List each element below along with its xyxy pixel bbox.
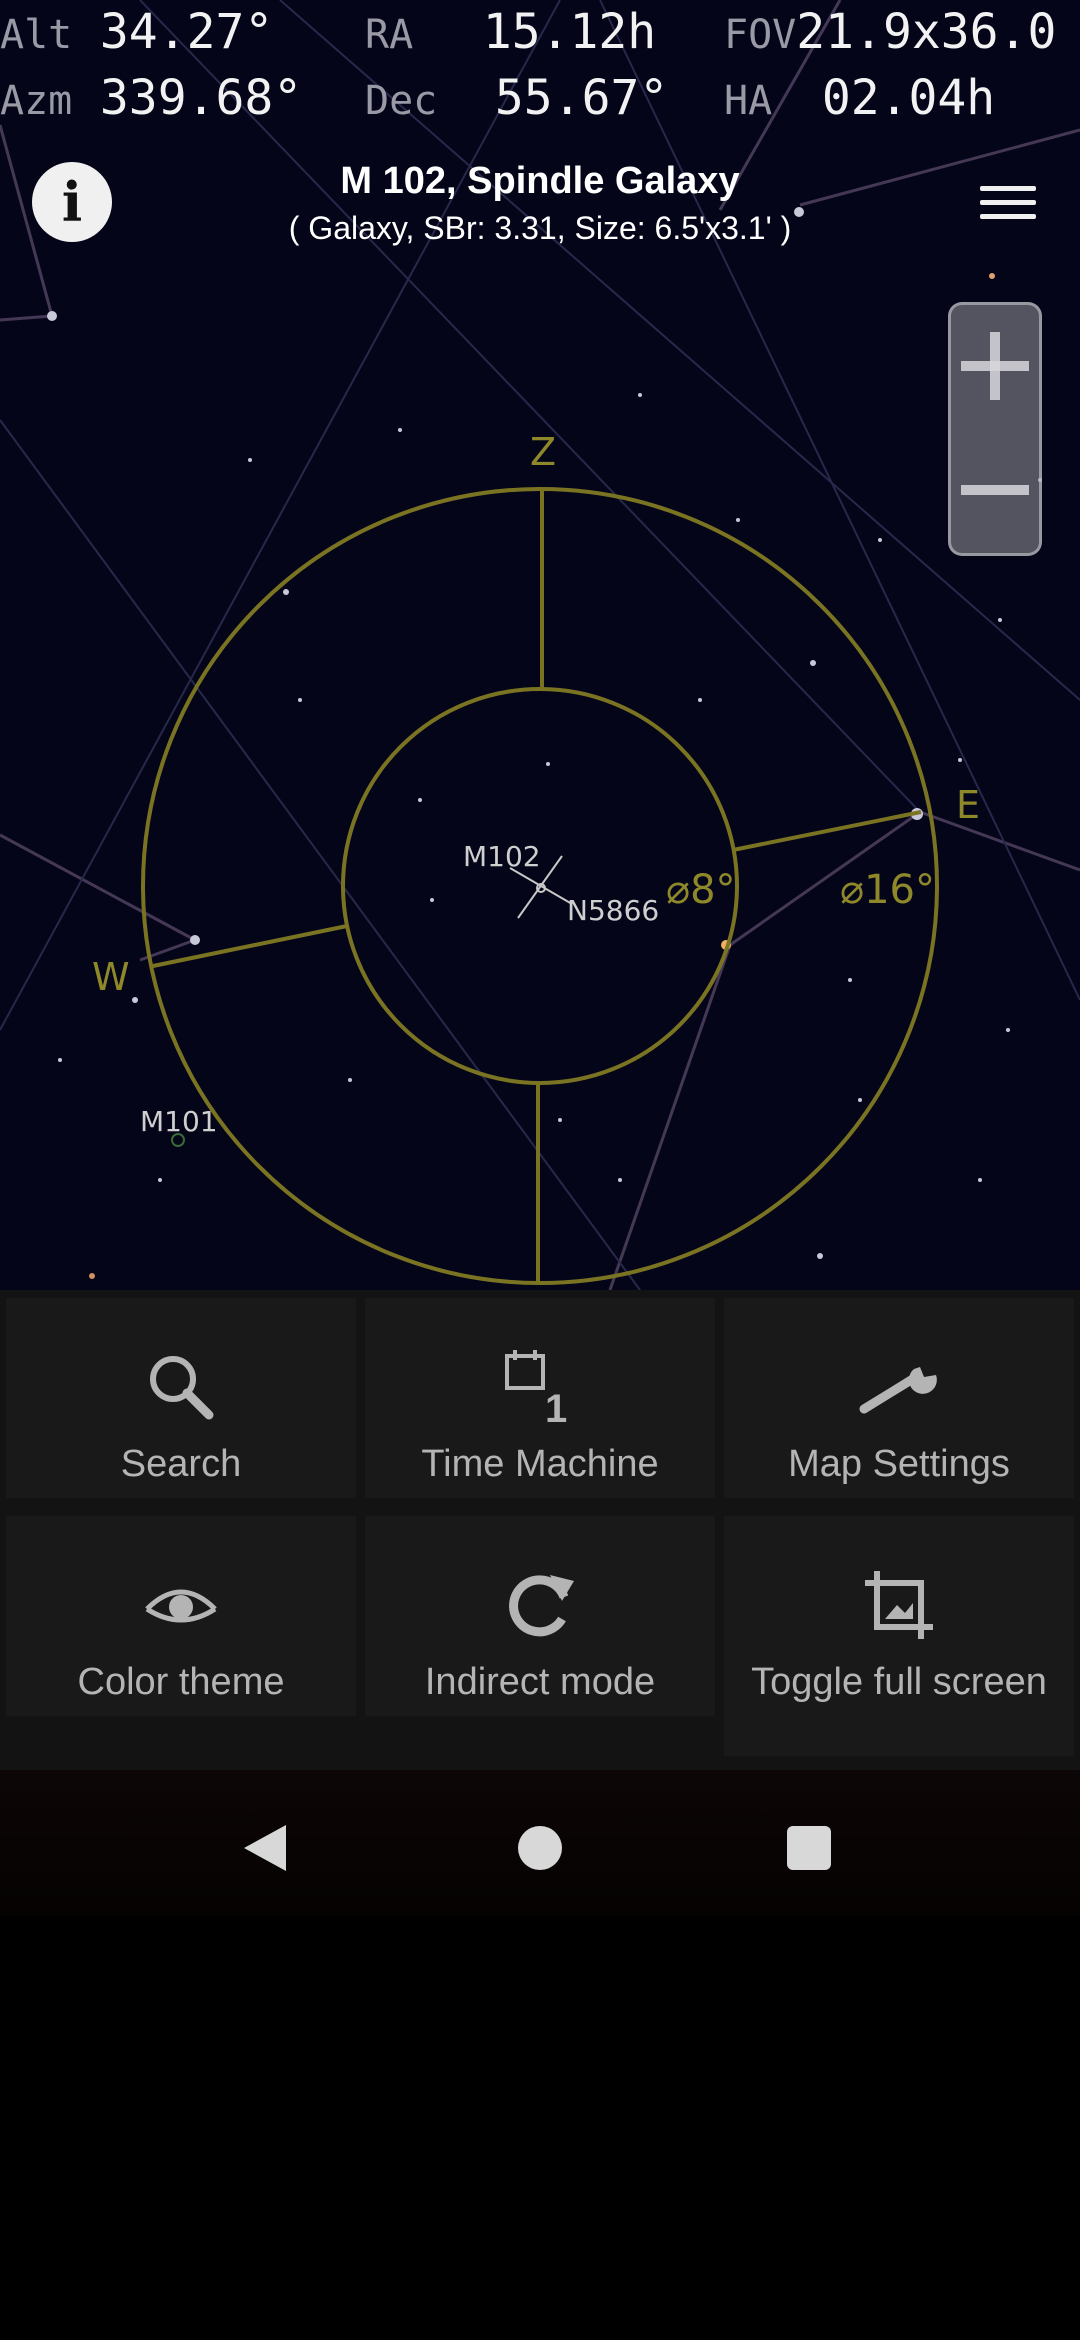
object-title[interactable]: M 102, Spindle Galaxy [240, 160, 840, 203]
eye-icon [141, 1560, 221, 1650]
color-theme-button[interactable]: Color theme [6, 1516, 356, 1716]
info-button[interactable]: i [32, 162, 112, 242]
readout-azm: Azm 339.68° [0, 70, 302, 126]
map-settings-label: Map Settings [788, 1443, 1010, 1485]
time-machine-badge: 1 [545, 1387, 567, 1431]
map-settings-button[interactable]: Map Settings [724, 1298, 1074, 1498]
dec-label: Dec [365, 78, 438, 124]
indirect-mode-label: Indirect mode [424, 1661, 656, 1703]
azm-label: Azm [0, 78, 73, 124]
recent-apps-button[interactable] [787, 1826, 831, 1870]
ha-value: 02.04h [821, 70, 996, 126]
object-subtitle: ( Galaxy, SBr: 3.31, Size: 6.5'x3.1' ) [288, 210, 792, 246]
n5866-label[interactable]: N5866 [567, 894, 659, 927]
quick-menu-panel: Search 1 Time Machine Map Settings Color… [0, 1290, 1080, 1770]
time-machine-button[interactable]: 1 Time Machine [365, 1298, 715, 1498]
readout-alt: Alt 34.27° [0, 4, 273, 60]
zoom-out-button[interactable] [951, 429, 1039, 553]
dec-value: 55.67° [494, 70, 669, 126]
hamburger-icon [980, 186, 1036, 191]
readout-fov: FOV21.9x36.0 [724, 4, 1056, 60]
inner-circle-label: ⌀8° [666, 867, 736, 913]
outer-circle-label: ⌀16° [840, 867, 935, 913]
readout-ra: RA 15.12h [365, 4, 656, 60]
search-icon [141, 1342, 221, 1432]
hamburger-icon-bar [980, 214, 1036, 219]
home-button[interactable] [518, 1826, 562, 1870]
readout-ha: HA 02.04h [724, 70, 995, 126]
info-icon: i [61, 170, 83, 234]
refresh-icon [500, 1560, 580, 1650]
ha-label: HA [724, 78, 773, 124]
back-triangle-icon [244, 1825, 286, 1871]
indirect-mode-button[interactable]: Indirect mode [365, 1516, 715, 1716]
sky-map[interactable]: Z E W ⌀8° ⌀16° M102 N5866 M101 Alt 34.27… [0, 0, 1080, 1290]
m102-label[interactable]: M102 [463, 840, 541, 873]
color-theme-label: Color theme [77, 1661, 285, 1703]
ra-value: 15.12h [482, 4, 657, 60]
plus-icon-vertical [990, 332, 1000, 400]
wrench-icon [854, 1342, 944, 1432]
west-label: W [92, 955, 130, 999]
ra-label: RA [365, 12, 414, 58]
time-machine-label: Time Machine [421, 1443, 659, 1485]
alt-label: Alt [0, 12, 73, 58]
fov-label: FOV [724, 12, 797, 58]
minus-icon [961, 485, 1029, 495]
east-label: E [956, 783, 980, 827]
alt-value: 34.27° [99, 4, 274, 60]
menu-button[interactable] [968, 180, 1048, 226]
m101-label[interactable]: M101 [140, 1105, 218, 1138]
hamburger-icon-bar [980, 200, 1036, 205]
crop-icon [859, 1560, 939, 1650]
zoom-in-button[interactable] [951, 305, 1039, 429]
fov-value: 21.9x36.0 [796, 4, 1057, 60]
search-label: Search [120, 1443, 242, 1485]
zoom-control [948, 302, 1042, 556]
toggle-fullscreen-label: Toggle full screen [751, 1661, 1047, 1703]
azm-value: 339.68° [99, 70, 303, 126]
readout-dec: Dec 55.67° [365, 70, 668, 126]
back-button[interactable] [240, 1823, 290, 1878]
zenith-label: Z [530, 430, 556, 474]
toggle-fullscreen-button[interactable]: Toggle full screen [724, 1516, 1074, 1756]
calendar-icon: 1 [495, 1342, 585, 1432]
search-button[interactable]: Search [6, 1298, 356, 1498]
